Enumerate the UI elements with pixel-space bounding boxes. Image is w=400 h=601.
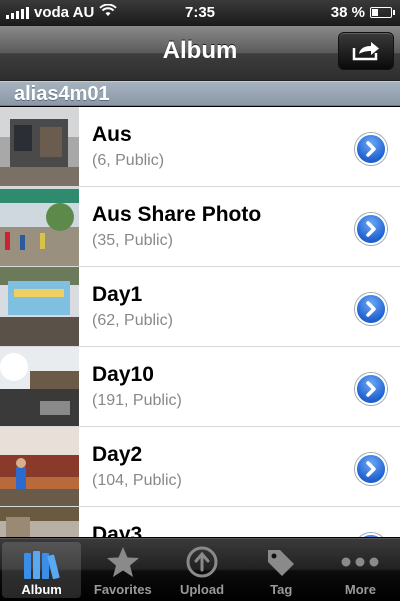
- tab-tag[interactable]: Tag: [242, 539, 321, 601]
- chevron-right-icon: [357, 535, 385, 537]
- detail-disclosure-button[interactable]: [355, 133, 387, 165]
- album-thumbnail: [0, 507, 79, 537]
- chevron-right-icon: [366, 461, 376, 477]
- tab-label: More: [344, 582, 376, 597]
- tab-more[interactable]: More: [321, 539, 400, 601]
- album-subtitle: (191, Public): [92, 392, 182, 409]
- album-row[interactable]: Aus Share Photo (35, Public): [0, 187, 400, 267]
- battery-percent-label: 38 %: [330, 4, 365, 21]
- album-title: Aus: [92, 123, 132, 146]
- star-icon: [83, 545, 162, 579]
- detail-disclosure-button[interactable]: [355, 293, 387, 325]
- album-subtitle: (104, Public): [92, 472, 182, 489]
- album-row[interactable]: Aus (6, Public): [0, 107, 400, 187]
- detail-disclosure-button[interactable]: [355, 453, 387, 485]
- album-subtitle: (6, Public): [92, 152, 165, 169]
- chevron-right-icon: [366, 381, 376, 397]
- upload-arrow-icon: [162, 545, 241, 579]
- album-thumbnail: [0, 427, 79, 506]
- status-right: 38 %: [330, 4, 395, 21]
- battery-level-fill: [372, 9, 378, 16]
- share-button[interactable]: [338, 32, 394, 70]
- detail-disclosure-button[interactable]: [355, 533, 387, 537]
- album-row[interactable]: Day10 (191, Public): [0, 347, 400, 427]
- navigation-bar: Album: [0, 26, 400, 81]
- album-list[interactable]: Aus (6, Public) Aus Share Photo (35, Pub…: [0, 107, 400, 537]
- section-header: alias4m01: [0, 81, 400, 106]
- share-arrow-icon: [352, 42, 379, 61]
- tab-upload[interactable]: Upload: [162, 539, 241, 601]
- tab-album[interactable]: Album: [2, 542, 82, 598]
- detail-disclosure-button[interactable]: [355, 213, 387, 245]
- album-title: Day2: [92, 443, 143, 466]
- tab-label: Favorites: [93, 582, 152, 597]
- tab-label: Tag: [270, 582, 293, 597]
- album-row[interactable]: Day1 (62, Public): [0, 267, 400, 347]
- more-dots-icon: [321, 545, 400, 579]
- books-icon: [2, 548, 81, 582]
- tab-label: Upload: [179, 582, 225, 597]
- status-bar: voda AU 7:35 38 %: [0, 0, 400, 26]
- detail-disclosure-button[interactable]: [355, 373, 387, 405]
- chevron-right-icon: [366, 301, 376, 317]
- album-thumbnail: [0, 267, 79, 346]
- album-thumbnail: [0, 187, 79, 266]
- tab-label: Album: [21, 582, 62, 597]
- album-thumbnail: [0, 347, 79, 426]
- battery-icon: [370, 7, 395, 18]
- tab-favorites[interactable]: Favorites: [83, 539, 162, 601]
- album-thumbnail: [0, 107, 79, 186]
- album-title: Day3: [92, 523, 143, 537]
- album-title: Day10: [92, 363, 154, 386]
- album-subtitle: (62, Public): [92, 312, 173, 329]
- album-subtitle: (35, Public): [92, 232, 173, 249]
- album-title: Aus Share Photo: [92, 203, 262, 226]
- tab-bar: Album Favorites Upload Tag More: [0, 538, 400, 601]
- album-row[interactable]: Day3: [0, 507, 400, 537]
- chevron-right-icon: [366, 221, 376, 237]
- album-title: Day1: [92, 283, 143, 306]
- chevron-right-icon: [366, 141, 376, 157]
- album-row[interactable]: Day2 (104, Public): [0, 427, 400, 507]
- tag-icon: [242, 545, 321, 579]
